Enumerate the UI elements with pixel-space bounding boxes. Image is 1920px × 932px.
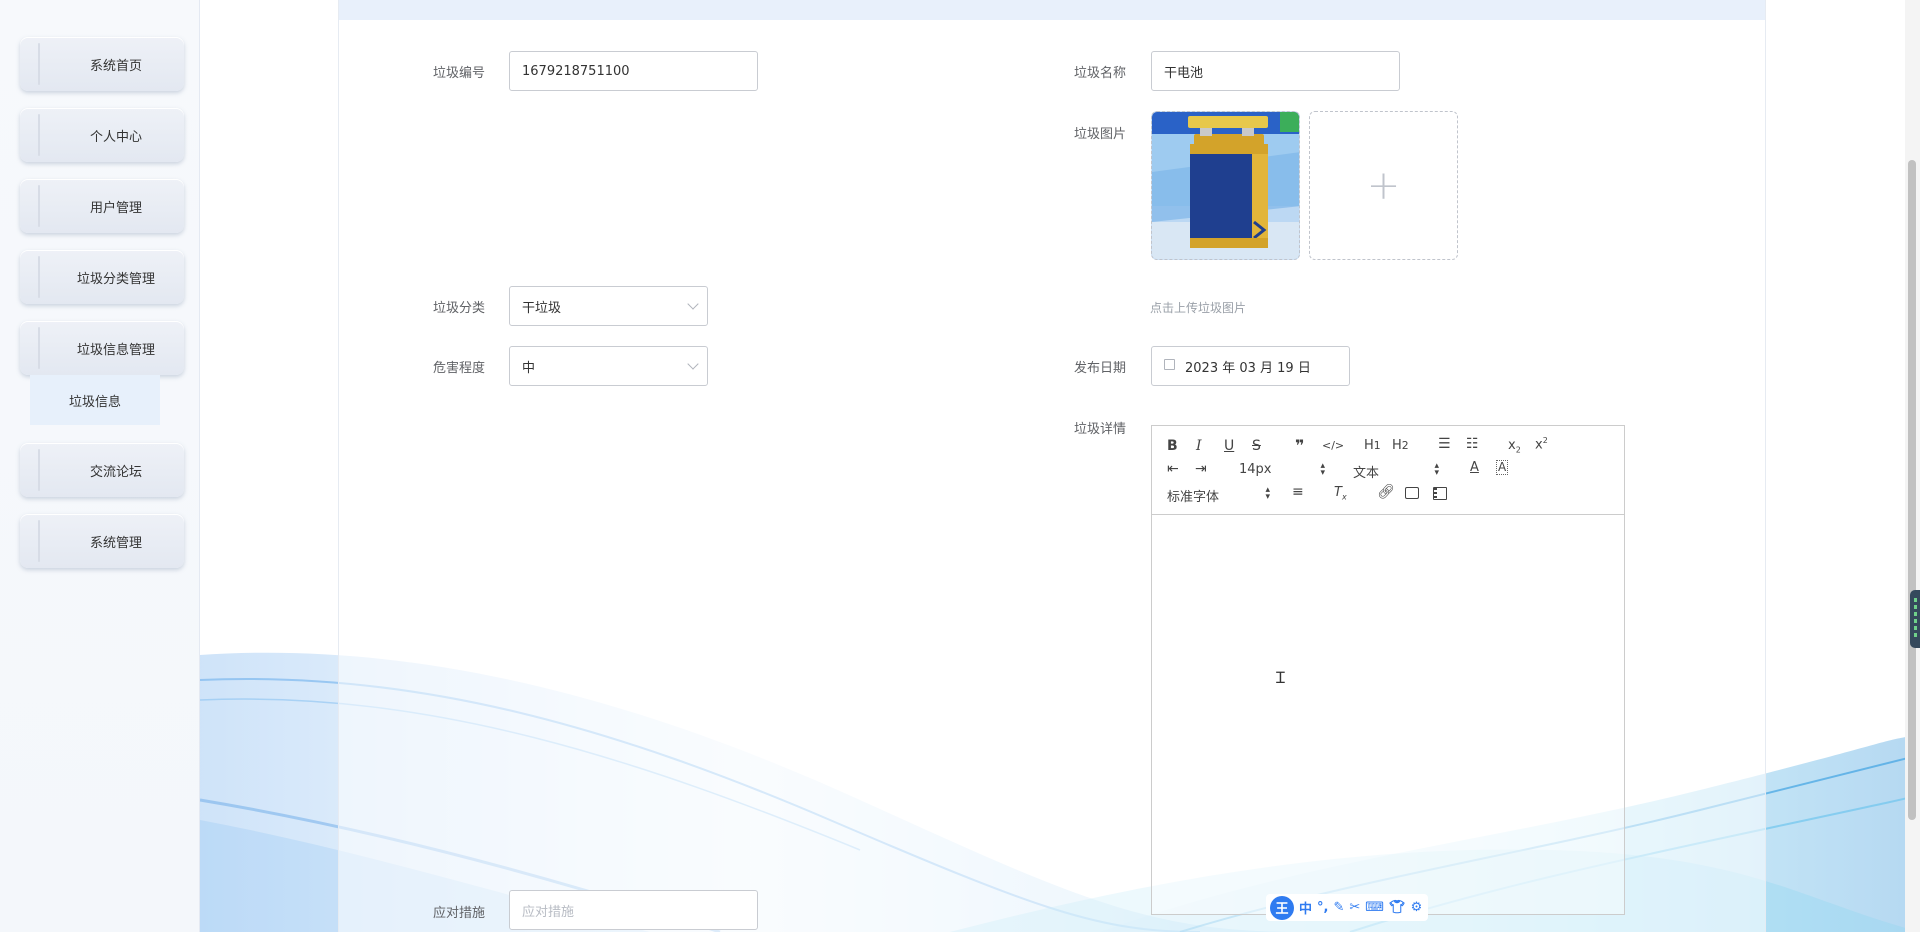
category-select[interactable]: 干垃圾 [509, 286, 708, 326]
updown-icon: ▴ ▾ [1320, 461, 1325, 478]
measures-placeholder: 应对措施 [522, 904, 575, 920]
chevron-down-icon [687, 298, 699, 310]
measures-label: 应对措施 [433, 906, 486, 921]
ime-toolbar[interactable]: 王 中 °, ✎ ✂ ⌨ 👕︎ ⚙ [1266, 894, 1428, 921]
code-input[interactable]: 1679218751100 [509, 51, 758, 91]
hazard-label: 危害程度 [433, 361, 486, 376]
editor-toolbar: B I U S ❞ </> H1 H2 ☰ ☷ x2 x2 ⇤ ⇥ 14px ▴… [1152, 426, 1624, 515]
pen-icon[interactable]: ✎ [1333, 900, 1344, 915]
measures-input[interactable]: 应对措施 [509, 890, 758, 930]
name-input[interactable]: 干电池 [1151, 51, 1400, 91]
underline-icon[interactable]: U [1224, 438, 1234, 454]
code-block-icon[interactable]: </> [1322, 439, 1344, 452]
ime-mode-icon[interactable]: 中 [1299, 898, 1312, 917]
gear-icon[interactable]: ⚙ [1411, 900, 1423, 915]
plus-icon: + [1366, 162, 1401, 209]
video-icon[interactable] [1433, 487, 1447, 500]
ordered-list-icon[interactable]: ☰ [1438, 436, 1451, 452]
font-family-select[interactable]: 标准字体 ▴ ▾ [1167, 485, 1270, 506]
category-value: 干垃圾 [522, 300, 562, 316]
image-label: 垃圾图片 [1074, 127, 1127, 142]
heading-value: 文本 [1353, 466, 1380, 481]
detail-label: 垃圾详情 [1074, 422, 1127, 437]
chevron-down-icon [687, 358, 699, 370]
scissors-icon[interactable]: ✂ [1349, 900, 1360, 915]
align-icon[interactable]: ≡ [1292, 484, 1304, 500]
superscript-icon[interactable]: x2 [1535, 436, 1548, 452]
upload-hint: 点击上传垃圾图片 [1150, 301, 1247, 315]
subscript-icon[interactable]: x2 [1508, 438, 1521, 455]
shirt-icon[interactable]: 👕︎ [1389, 900, 1406, 915]
outdent-icon[interactable]: ⇤ [1167, 461, 1179, 477]
date-value: 2023 年 03 月 19 日 [1185, 360, 1311, 376]
date-picker[interactable]: 2023 年 03 月 19 日 [1151, 346, 1350, 386]
updown-icon: ▴ ▾ [1265, 485, 1270, 502]
text-cursor-icon: Ɪ [1276, 668, 1285, 687]
date-label: 发布日期 [1074, 361, 1127, 376]
bullet-list-icon[interactable]: ☷ [1466, 436, 1479, 452]
ime-logo-icon[interactable]: 王 [1270, 895, 1294, 920]
punctuation-icon[interactable]: °, [1317, 900, 1328, 915]
clear-format-icon[interactable]: Tx [1334, 485, 1347, 502]
heading1-icon[interactable]: H1 [1364, 438, 1381, 453]
calendar-icon [1164, 358, 1175, 370]
font-size-value: 14px [1239, 462, 1272, 477]
side-panel-handle[interactable] [1910, 590, 1920, 648]
heading-select[interactable]: 文本 ▴ ▾ [1353, 461, 1439, 482]
keyboard-icon[interactable]: ⌨ [1365, 900, 1384, 915]
category-label: 垃圾分类 [433, 301, 486, 316]
italic-icon[interactable]: I [1196, 438, 1202, 454]
heading2-icon[interactable]: H2 [1392, 438, 1409, 453]
hazard-select[interactable]: 中 [509, 346, 708, 386]
code-label: 垃圾编号 [433, 66, 486, 81]
hazard-value: 中 [522, 360, 536, 376]
scrollbar-thumb[interactable] [1908, 160, 1916, 820]
battery-photo-icon [1152, 112, 1299, 259]
link-icon[interactable]: 🔗︎ [1377, 484, 1395, 500]
image-icon[interactable] [1405, 487, 1419, 499]
font-family-value: 标准字体 [1167, 490, 1220, 505]
code-value: 1679218751100 [522, 63, 630, 79]
blockquote-icon[interactable]: ❞ [1295, 436, 1304, 455]
bold-icon[interactable]: B [1167, 438, 1178, 454]
upload-add-button[interactable]: + [1309, 111, 1458, 260]
name-label: 垃圾名称 [1074, 66, 1127, 81]
uploaded-image-thumbnail[interactable] [1151, 111, 1300, 260]
strikethrough-icon[interactable]: S [1252, 438, 1261, 454]
font-size-select[interactable]: 14px ▴ ▾ [1239, 461, 1325, 478]
updown-icon: ▴ ▾ [1434, 461, 1439, 478]
indent-icon[interactable]: ⇥ [1195, 461, 1207, 477]
text-color-icon[interactable]: A [1470, 460, 1479, 475]
rich-text-editor: B I U S ❞ </> H1 H2 ☰ ☷ x2 x2 ⇤ ⇥ 14px ▴… [1151, 425, 1625, 915]
background-color-icon[interactable]: A [1496, 460, 1509, 475]
name-value: 干电池 [1164, 65, 1204, 81]
